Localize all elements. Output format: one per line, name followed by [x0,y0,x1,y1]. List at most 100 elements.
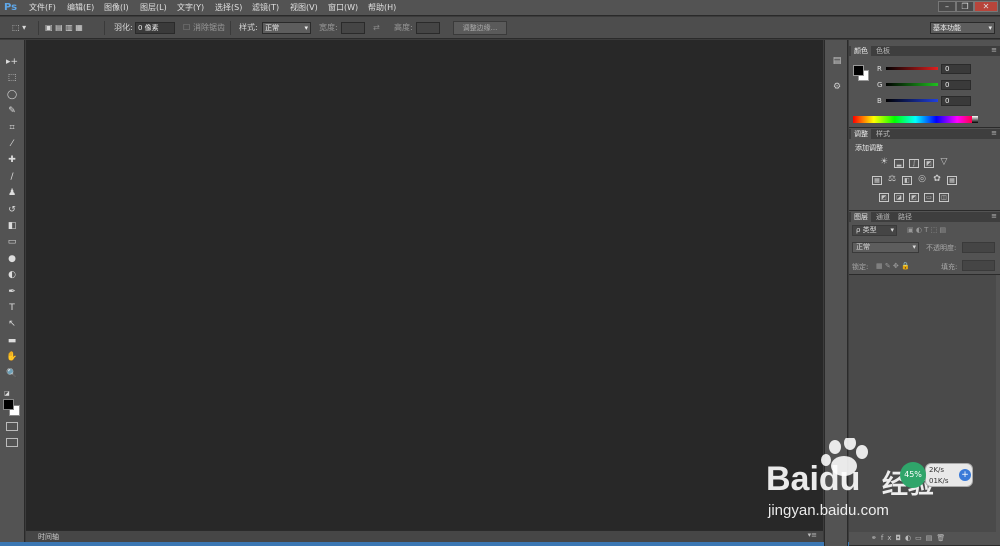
tab-adjustments[interactable]: 调整 [851,129,871,139]
blur-tool[interactable]: ● [5,253,19,266]
shape-tool[interactable]: ▬ [5,335,19,348]
channel-g-slider[interactable] [886,83,938,86]
tab-color[interactable]: 颜色 [851,46,871,56]
invert-icon[interactable]: ◩ [879,193,889,202]
quick-select-tool[interactable]: ✎ [5,105,19,118]
panel-menu-icon[interactable]: ▾≡ [808,531,817,539]
blend-mode-value: 正常 [856,243,870,251]
selection-mode-icons[interactable]: ▣ ▤ ▥ ▦ [45,22,83,34]
move-tool[interactable]: ▸+ [5,56,19,69]
height-input[interactable] [416,22,440,34]
layers-panel-tabs: 图层 通道 路径 ≡ [849,212,1000,222]
tab-swatches[interactable]: 色板 [873,46,893,56]
style-select[interactable]: 正常 ▾ [262,22,311,34]
antialias-checkbox[interactable]: ☐ [183,22,190,34]
refine-edge-button[interactable]: 调整边缘... [453,21,507,35]
channel-r-value[interactable]: 0 [941,64,971,74]
net-speed-widget[interactable]: 45% 2K/s 01K/s + [900,462,973,488]
feather-input[interactable]: 0 像素 [135,22,175,34]
channel-b-slider[interactable] [886,99,938,102]
threshold-icon[interactable]: ◩ [909,193,919,202]
history-panel-icon[interactable]: ▤ [830,54,844,68]
timeline-label: 时间轴 [38,533,59,541]
tab-styles[interactable]: 样式 [873,129,893,139]
color-lookup-icon[interactable]: ▦ [947,176,957,185]
marquee-preset-icon[interactable]: ⬚ ▾ [12,22,26,34]
tab-layers[interactable]: 图层 [851,212,871,222]
menu-item[interactable]: 滤镜(T) [252,2,279,13]
crop-tool[interactable]: ⌗ [5,122,19,135]
history-brush-tool[interactable]: ↺ [5,204,19,217]
panel-menu-icon[interactable]: ≡ [991,212,997,221]
lock-icons[interactable]: ▦ ✎ ✥ 🔒 [876,262,910,270]
curves-icon[interactable]: ∫ [909,159,919,168]
lasso-tool[interactable]: ◯ [5,89,19,102]
plus-icon[interactable]: + [959,469,971,481]
blend-mode-select[interactable]: 正常 ▾ [852,242,919,253]
path-select-tool[interactable]: ↖ [5,318,19,331]
channel-b-value[interactable]: 0 [941,96,971,106]
filter-icons[interactable]: ▣ ◐ T ⬚ ▤ [907,226,946,234]
baidu-brand: Baidu [766,460,861,498]
brush-tool[interactable]: / [5,171,19,184]
eyedropper-tool[interactable]: ⁄ [5,138,19,151]
marquee-tool[interactable]: ⬚ [5,72,19,85]
panel-menu-icon[interactable]: ≡ [991,129,997,138]
photo-filter-icon[interactable]: ◎ [917,175,927,185]
panel-menu-icon[interactable]: ≡ [991,46,997,55]
foreground-swatch[interactable] [853,65,864,76]
gradient-map-icon[interactable]: ▭ [924,193,934,202]
type-tool[interactable]: T [5,302,19,315]
posterize-icon[interactable]: ◪ [894,193,904,202]
black-white-icon[interactable]: ◧ [902,176,912,185]
quick-mask-icon[interactable] [6,422,18,431]
document-canvas-area[interactable] [26,40,823,530]
timeline-panel[interactable]: 时间轴 ▾≡ [26,530,823,542]
hue-saturation-icon[interactable]: ▦ [872,176,882,185]
brightness-icon[interactable]: ☀ [879,158,889,168]
fill-input[interactable] [962,260,995,271]
restore-button[interactable]: ❐ [956,1,974,12]
swap-icon[interactable]: ⇄ [373,22,380,34]
hand-tool[interactable]: ✋ [5,351,19,364]
selective-color-icon[interactable]: ◫ [939,193,949,202]
menu-item[interactable]: 文件(F) [29,2,56,13]
color-spectrum-bar[interactable] [853,116,978,123]
stamp-tool[interactable]: ♟ [5,187,19,200]
channel-g-value[interactable]: 0 [941,80,971,90]
tab-channels[interactable]: 通道 [873,212,893,222]
channel-r-slider[interactable] [886,67,938,70]
gradient-tool[interactable]: ▭ [5,236,19,249]
eraser-tool[interactable]: ◧ [5,220,19,233]
black-white-ramp[interactable] [972,116,978,123]
workspace-select[interactable]: 基本功能 ▾ [930,22,995,34]
channel-mixer-icon[interactable]: ✿ [932,175,942,185]
layer-action-icons[interactable]: ⚭fx◘◐▭▤🗑 [871,534,949,542]
color-balance-icon[interactable]: ⚖ [887,175,897,185]
levels-icon[interactable]: ▂ [894,159,904,168]
exposure-icon[interactable]: ◩ [924,159,934,168]
properties-panel-icon[interactable]: ⚙ [830,80,844,94]
menu-item[interactable]: 编辑(E) [67,2,94,13]
pen-tool[interactable]: ✒ [5,286,19,299]
menu-item[interactable]: 图层(L) [140,2,167,13]
menu-item[interactable]: 文字(Y) [177,2,204,13]
menu-item[interactable]: 图像(I) [104,2,129,13]
menu-item[interactable]: 视图(V) [290,2,318,13]
default-colors-icon[interactable]: ◪ [4,390,12,397]
menu-item[interactable]: 帮助(H) [368,2,396,13]
zoom-tool[interactable]: 🔍 [5,368,19,381]
menu-item[interactable]: 窗口(W) [328,2,358,13]
foreground-color-swatch-front[interactable] [3,399,14,410]
healing-tool[interactable]: ✚ [5,154,19,167]
close-button[interactable]: ✕ [974,1,998,12]
vibrance-icon[interactable]: ▽ [939,158,949,168]
screen-mode-icon[interactable] [6,438,18,447]
minimize-button[interactable]: – [938,1,956,12]
width-input[interactable] [341,22,365,34]
dodge-tool[interactable]: ◐ [5,269,19,282]
opacity-input[interactable] [962,242,995,253]
menu-item[interactable]: 选择(S) [215,2,242,13]
layer-filter-select[interactable]: ρ 类型 ▾ [852,225,897,236]
tab-paths[interactable]: 路径 [895,212,915,222]
